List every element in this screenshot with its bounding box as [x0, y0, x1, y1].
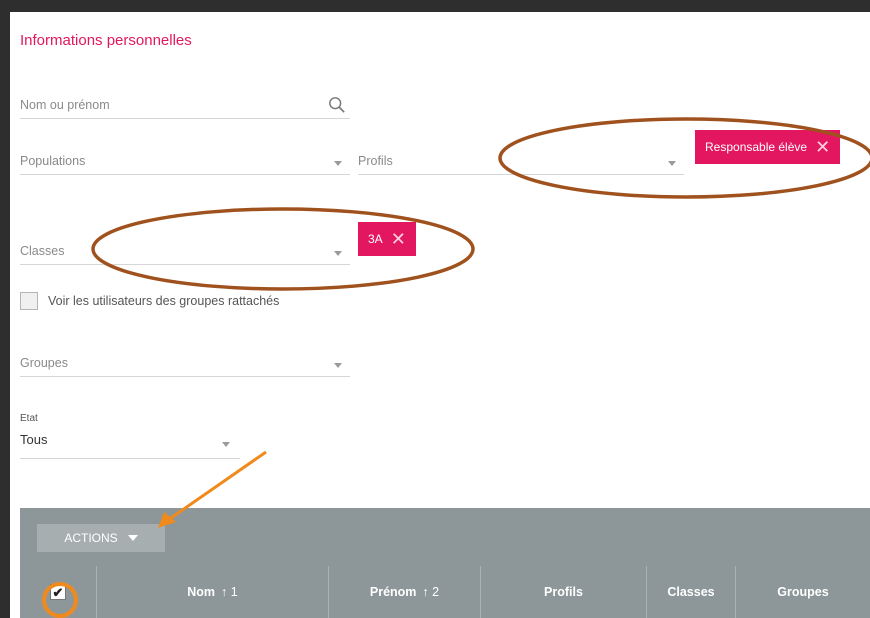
- classes-label: Classes: [20, 244, 65, 258]
- etat-select[interactable]: Tous: [20, 430, 240, 459]
- column-classes[interactable]: Classes: [646, 566, 735, 618]
- column-profils-label: Profils: [544, 585, 583, 599]
- populations-label: Populations: [20, 154, 86, 168]
- actions-label: ACTIONS: [64, 531, 118, 545]
- profil-chip-label: Responsable élève: [705, 140, 808, 154]
- caret-down-icon: [127, 535, 138, 541]
- column-groupes[interactable]: Groupes: [735, 566, 870, 618]
- column-prenom-sort: ↑ 2: [422, 585, 440, 599]
- etat-label: Etat: [20, 413, 38, 424]
- profil-chip: Responsable élève ✕: [695, 130, 841, 164]
- name-search-input[interactable]: Nom ou prénom: [20, 82, 350, 119]
- chevron-down-icon: [334, 251, 342, 256]
- groupes-select[interactable]: Groupes: [20, 344, 350, 377]
- results-table: ACTIONS ✔ Nom ↑ 1 Prénom ↑ 2 Profils Cla…: [20, 508, 870, 618]
- column-prenom-label: Prénom: [369, 585, 417, 599]
- select-all-checkbox[interactable]: ✔: [50, 584, 66, 600]
- actions-button[interactable]: ACTIONS: [37, 524, 165, 552]
- search-placeholder: Nom ou prénom: [20, 98, 110, 112]
- table-header-row: ✔ Nom ↑ 1 Prénom ↑ 2 Profils Classes Gro…: [20, 566, 870, 618]
- attached-groups-label: Voir les utilisateurs des groupes rattac…: [48, 294, 280, 308]
- close-icon[interactable]: ✕: [815, 138, 830, 156]
- chevron-down-icon: [668, 161, 676, 166]
- column-prenom[interactable]: Prénom ↑ 2: [328, 566, 480, 618]
- groupes-label: Groupes: [20, 356, 68, 370]
- classe-chip-label: 3A: [368, 232, 383, 246]
- chevron-down-icon: [334, 363, 342, 368]
- column-nom-label: Nom: [187, 585, 216, 599]
- chevron-down-icon: [222, 442, 230, 447]
- close-icon[interactable]: ✕: [391, 230, 406, 248]
- main-panel: Informations personnelles Nom ou prénom …: [10, 12, 870, 618]
- column-profils[interactable]: Profils: [480, 566, 646, 618]
- profils-label: Profils: [358, 154, 393, 168]
- column-nom[interactable]: Nom ↑ 1: [96, 566, 328, 618]
- etat-value: Tous: [20, 432, 48, 447]
- populations-select[interactable]: Populations: [20, 142, 350, 175]
- select-all-column[interactable]: ✔: [20, 566, 96, 618]
- section-title: Informations personnelles: [20, 32, 192, 49]
- classe-chip: 3A ✕: [358, 222, 416, 256]
- attached-groups-option[interactable]: Voir les utilisateurs des groupes rattac…: [20, 292, 279, 310]
- column-classes-label: Classes: [667, 585, 715, 599]
- profils-select[interactable]: Profils: [358, 142, 684, 175]
- search-icon[interactable]: [328, 96, 346, 114]
- column-nom-sort: ↑ 1: [221, 585, 238, 599]
- attached-groups-checkbox[interactable]: [20, 292, 38, 310]
- classes-select[interactable]: Classes: [20, 232, 350, 265]
- chevron-down-icon: [334, 161, 342, 166]
- column-groupes-label: Groupes: [777, 585, 829, 599]
